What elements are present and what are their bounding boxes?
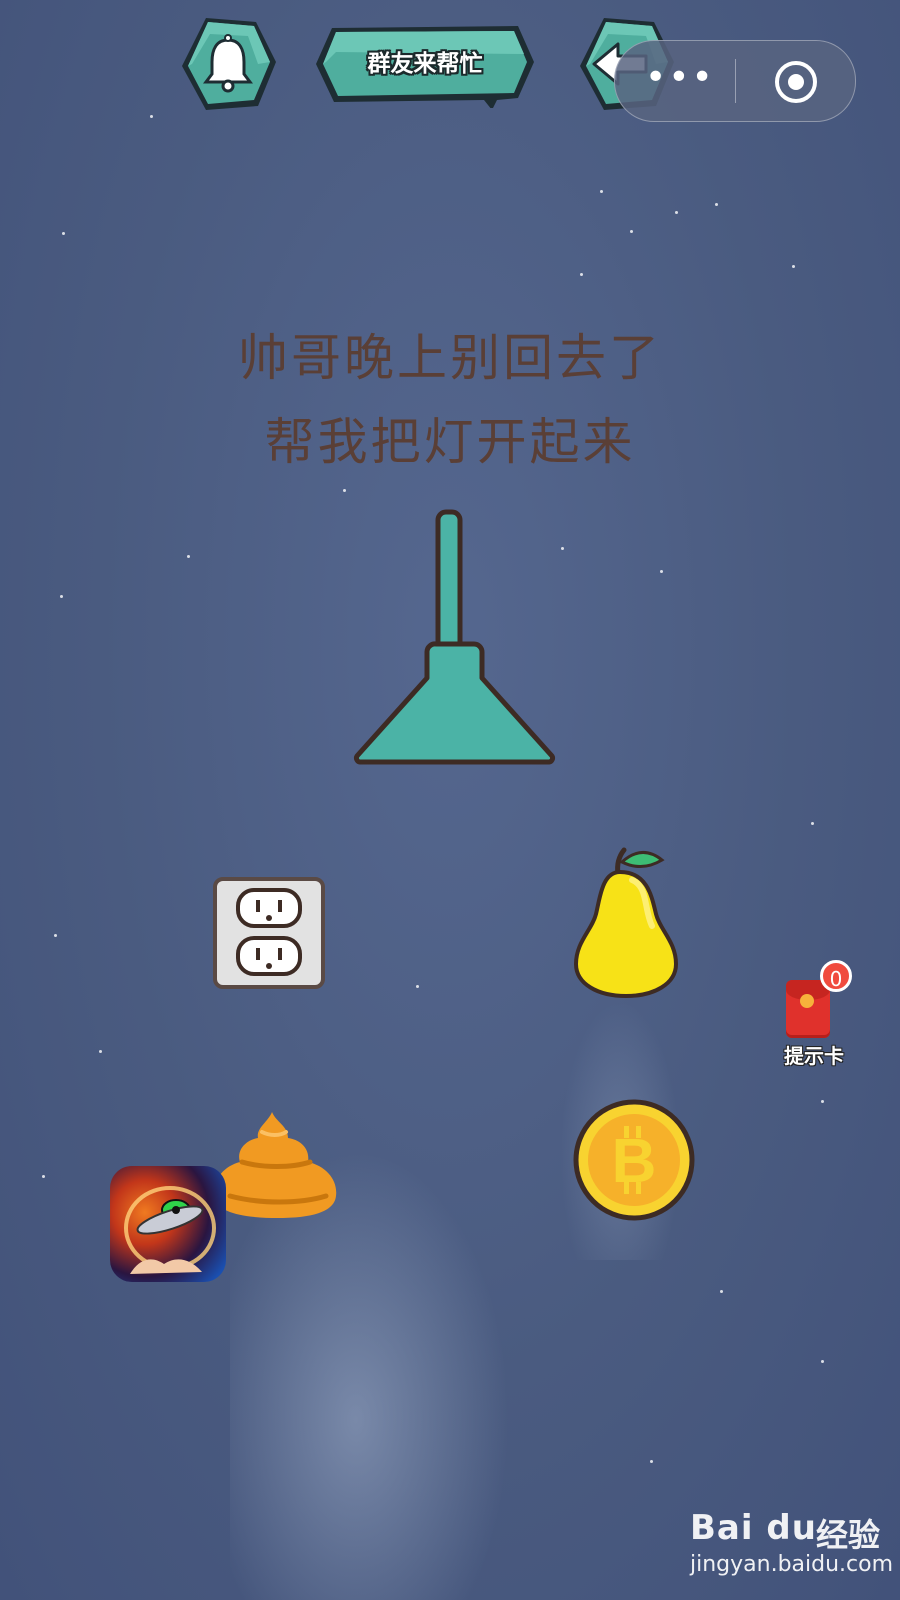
hint-card-label: 提示卡 [784, 1044, 844, 1068]
group-help-button[interactable]: 群友来帮忙 [312, 22, 538, 108]
envelope-seal-icon [800, 994, 814, 1008]
power-outlet-icon [213, 877, 325, 989]
poop[interactable] [212, 1108, 342, 1224]
poop-icon [213, 1112, 337, 1218]
watermark-cn: 经验 [816, 1516, 881, 1554]
more-dots-icon[interactable]: ••• [645, 60, 713, 99]
pear-icon [573, 847, 679, 999]
puzzle-line-1: 帅哥晚上别回去了 [238, 329, 662, 387]
power-outlet[interactable] [212, 876, 326, 994]
lamp-icon [353, 509, 556, 765]
watermark-url: jingyan.baidu.com [690, 1552, 894, 1577]
ufo-icon [124, 1186, 216, 1274]
bitcoin-icon: B [573, 1099, 695, 1221]
mini-program-capsule: ••• [614, 40, 856, 122]
game-promo-icon[interactable] [110, 1166, 226, 1282]
hint-card-button[interactable]: 0 提示卡 [778, 960, 852, 1070]
red-envelope-icon [786, 980, 830, 1038]
group-help-label: 群友来帮忙 [367, 51, 483, 77]
bell-icon [182, 18, 276, 110]
target-close-icon[interactable] [775, 61, 817, 103]
pear[interactable] [572, 842, 682, 1004]
lamp[interactable] [352, 508, 558, 774]
capsule-divider [735, 59, 736, 103]
watermark-brand: Bai du [690, 1508, 817, 1548]
hint-count-badge: 0 [820, 960, 852, 992]
bell-button[interactable] [178, 14, 278, 114]
bitcoin-coin[interactable]: B [572, 1098, 696, 1226]
svg-text:B: B [612, 1127, 657, 1196]
puzzle-line-2: 帮我把灯开起来 [264, 413, 636, 471]
baidu-watermark: Bai du 经验 jingyan.baidu.com [690, 1508, 893, 1592]
